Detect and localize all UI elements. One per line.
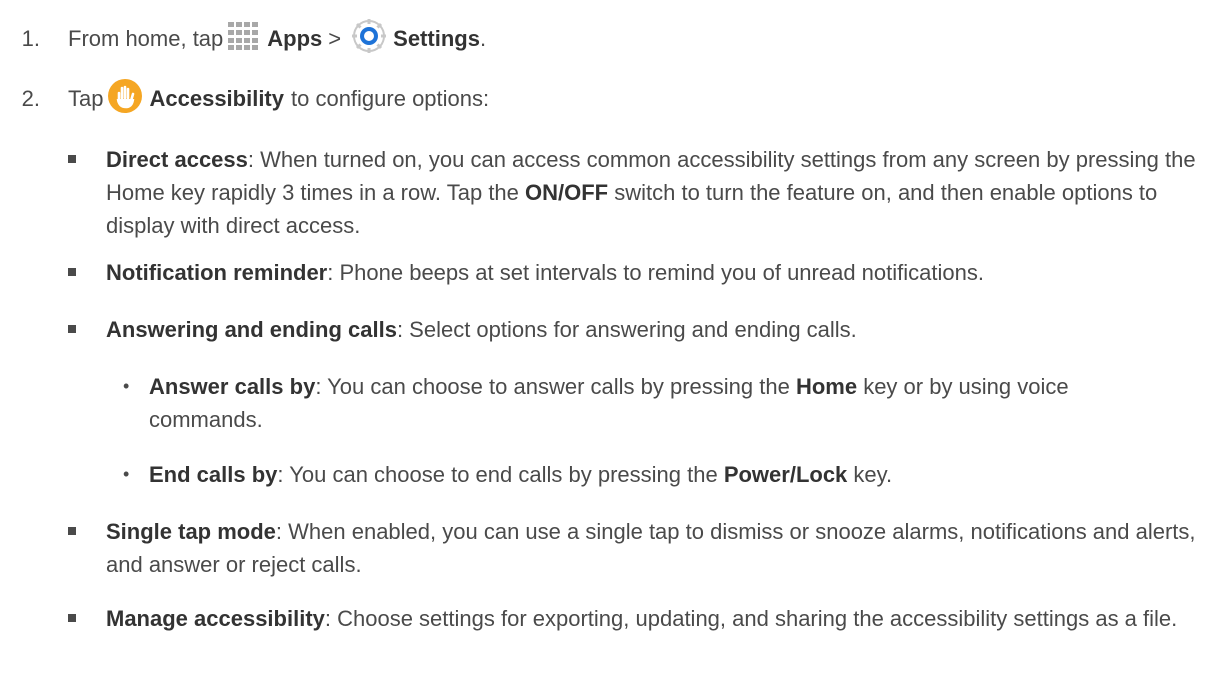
step-1: 1. From home, tap Apps > Settings . [0, 18, 486, 60]
accessibility-label: Accessibility [149, 86, 284, 111]
option-notification-reminder: Notification reminder: Phone beeps at se… [68, 256, 1198, 289]
step-text: to configure options: [291, 86, 490, 111]
step-text: Tap [68, 86, 104, 111]
suboption-answer-calls-by: • Answer calls by: You can choose to ans… [123, 370, 1186, 436]
bullet [68, 268, 76, 276]
suboption-text: End calls by: You can choose to end call… [149, 462, 893, 487]
option-single-tap-mode: Single tap mode: When enabled, you can u… [68, 515, 1198, 581]
step-text: From home, tap [68, 26, 224, 51]
option-direct-access: Direct access: When turned on, you can a… [68, 143, 1198, 242]
step-number: 2. [21, 86, 40, 111]
step-2: 2. Tap Accessibility to configure option… [0, 78, 489, 120]
apps-label: Apps [267, 26, 323, 51]
option-text: Answering and ending calls: Select optio… [106, 317, 857, 342]
settings-label: Settings [393, 26, 480, 51]
settings-gear-icon [351, 18, 387, 60]
bullet: • [123, 464, 130, 484]
option-text: Direct access: When turned on, you can a… [106, 147, 1196, 238]
option-text: Notification reminder: Phone beeps at se… [106, 260, 984, 285]
option-text: Single tap mode: When enabled, you can u… [106, 519, 1196, 577]
step-number: 1. [21, 26, 40, 51]
bullet [68, 614, 76, 622]
bullet [68, 527, 76, 535]
option-text: Manage accessibility: Choose settings fo… [106, 606, 1178, 631]
suboption-text: Answer calls by: You can choose to answe… [149, 374, 1069, 432]
bullet [68, 155, 76, 163]
suboption-end-calls-by: • End calls by: You can choose to end ca… [123, 458, 1186, 491]
accessibility-hand-icon [107, 78, 143, 120]
bullet [68, 325, 76, 333]
separator: > [328, 26, 342, 51]
document-page: 1. From home, tap Apps > Settings . 2. T… [0, 0, 1206, 694]
option-manage-accessibility: Manage accessibility: Choose settings fo… [68, 602, 1198, 635]
option-answering-ending-calls: Answering and ending calls: Select optio… [68, 313, 1198, 346]
bullet: • [123, 376, 130, 396]
step-end: . [479, 26, 487, 51]
apps-grid-icon [227, 21, 261, 57]
